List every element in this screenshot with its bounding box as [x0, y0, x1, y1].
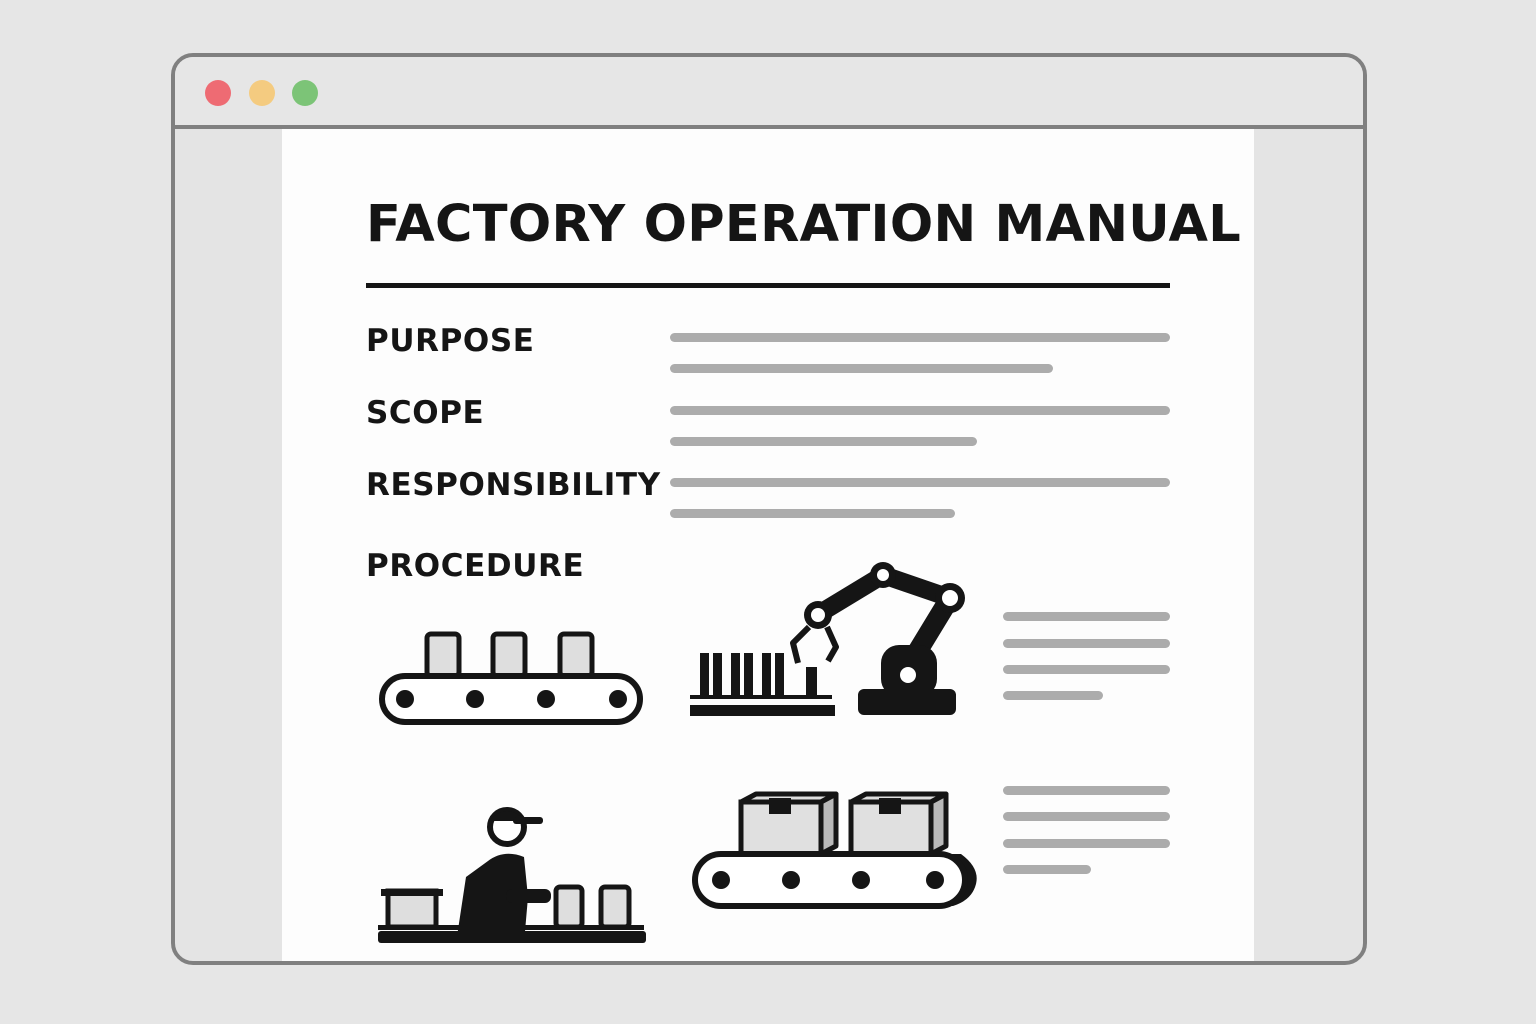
section-label-procedure: PROCEDURE: [366, 548, 585, 584]
minimize-window-button[interactable]: [249, 80, 275, 106]
text-placeholder-line: [1003, 786, 1170, 795]
text-placeholder-line: [670, 437, 977, 446]
section-label-responsibility: RESPONSIBILITY: [366, 467, 661, 503]
text-placeholder-line: [1003, 691, 1103, 700]
document-title: FACTORY OPERATION MANUAL: [366, 195, 1242, 254]
robotic-arm-icon: [690, 562, 965, 716]
text-placeholder-line: [1003, 612, 1170, 621]
text-placeholder-line: [1003, 639, 1170, 648]
text-placeholder-line: [670, 509, 955, 518]
worker-assembly-line-icon: [378, 807, 646, 943]
conveyor-belt-boxes-icon: [692, 791, 977, 909]
conveyor-belt-containers-icon: [379, 631, 643, 725]
text-placeholder-line: [1003, 839, 1170, 848]
section-label-scope: SCOPE: [366, 395, 485, 431]
text-placeholder-line: [670, 406, 1170, 415]
text-placeholder-line: [1003, 665, 1170, 674]
text-placeholder-line: [1003, 865, 1091, 874]
title-divider: [366, 283, 1170, 288]
maximize-window-button[interactable]: [292, 80, 318, 106]
text-placeholder-line: [670, 478, 1170, 487]
browser-window: FACTORY OPERATION MANUAL PURPOSE SCOPE R…: [171, 53, 1367, 965]
text-placeholder-line: [1003, 812, 1170, 821]
close-window-button[interactable]: [205, 80, 231, 106]
text-placeholder-line: [670, 364, 1053, 373]
text-placeholder-line: [670, 333, 1170, 342]
document-page: FACTORY OPERATION MANUAL PURPOSE SCOPE R…: [282, 129, 1254, 961]
section-label-purpose: PURPOSE: [366, 323, 535, 359]
window-titlebar: [175, 57, 1363, 129]
